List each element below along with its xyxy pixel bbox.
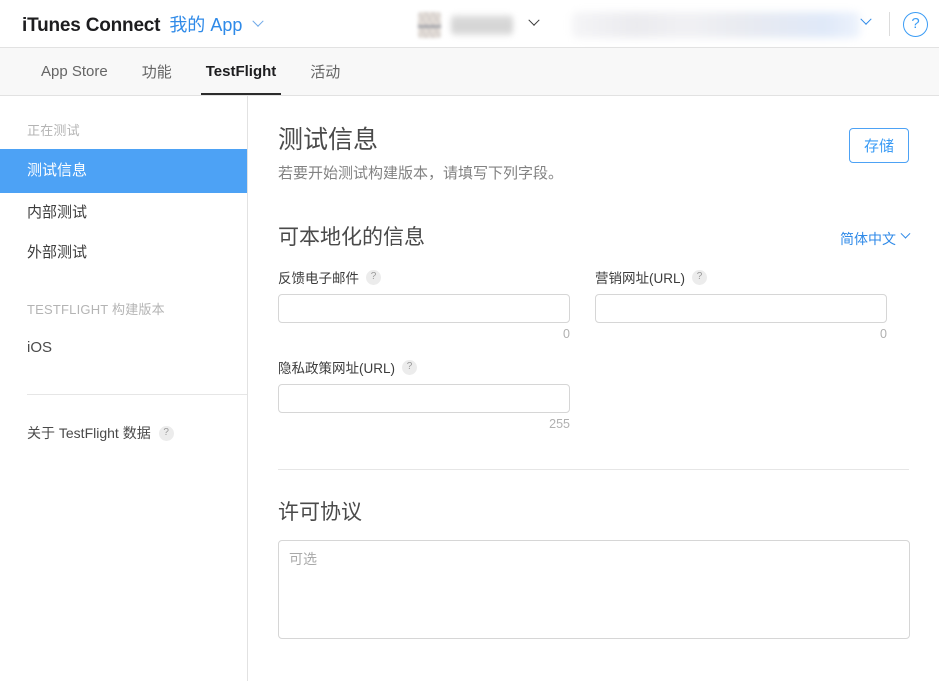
language-selector-label: 简体中文 — [840, 231, 896, 247]
sidebar-section-builds: TESTFLIGHT 构建版本 — [27, 302, 165, 317]
account-selector-redacted[interactable] — [572, 12, 860, 38]
character-counter: 0 — [880, 327, 887, 341]
tab-app-store[interactable]: App Store — [24, 48, 125, 95]
sidebar-item-ios[interactable]: iOS — [0, 328, 247, 368]
chevron-down-icon[interactable] — [528, 14, 540, 26]
primary-tabs: App Store 功能 TestFlight 活动 — [0, 48, 939, 96]
app-name-redacted — [451, 14, 513, 36]
license-agreement-title: 许可协议 — [278, 501, 362, 524]
help-icon[interactable]: ? — [402, 359, 417, 375]
page-subtitle: 若要开始测试构建版本，请填写下列字段。 — [278, 165, 564, 182]
language-selector[interactable]: 简体中文 — [840, 228, 911, 249]
header-divider — [889, 12, 890, 36]
character-counter: 0 — [563, 327, 570, 341]
chevron-down-icon — [900, 228, 911, 239]
field-feedback-email: 反馈电子邮件 ? 0 — [278, 267, 570, 341]
license-agreement-section: 许可协议 — [278, 496, 910, 644]
field-label-text: 隐私政策网址(URL) — [278, 361, 395, 376]
privacy-policy-url-input[interactable] — [278, 384, 570, 413]
chevron-down-icon[interactable] — [252, 15, 265, 27]
about-testflight-data[interactable]: 关于 TestFlight 数据 ? — [0, 395, 247, 443]
field-marketing-url: 营销网址(URL) ? 0 — [595, 267, 887, 341]
app-switcher[interactable] — [418, 8, 540, 42]
section-divider — [278, 469, 909, 470]
section-title: 可本地化的信息 — [278, 226, 425, 249]
field-label-text: 反馈电子邮件 — [278, 271, 359, 286]
license-agreement-textarea[interactable] — [278, 540, 910, 639]
my-apps-link[interactable]: 我的 App — [169, 11, 242, 37]
field-label: 营销网址(URL) ? — [595, 267, 887, 287]
main-content: 测试信息 若要开始测试构建版本，请填写下列字段。 存储 可本地化的信息 简体中文… — [248, 96, 939, 681]
field-privacy-policy-url: 隐私政策网址(URL) ? 255 — [278, 357, 570, 431]
field-row-2: 隐私政策网址(URL) ? 255 — [278, 357, 909, 431]
tab-testflight[interactable]: TestFlight — [189, 48, 294, 95]
brand-title: iTunes Connect — [22, 14, 161, 36]
section-header: 可本地化的信息 简体中文 — [278, 221, 911, 251]
marketing-url-input[interactable] — [595, 294, 887, 323]
brand: iTunes Connect 我的 App — [22, 11, 265, 37]
about-testflight-data-label: 关于 TestFlight 数据 — [27, 425, 151, 441]
sidebar-section-testing: 正在测试 — [27, 123, 80, 138]
sidebar-item-test-information[interactable]: 测试信息 — [0, 149, 247, 193]
page-header: 测试信息 若要开始测试构建版本，请填写下列字段。 存储 — [278, 124, 909, 183]
chevron-down-icon[interactable] — [860, 13, 872, 25]
help-icon[interactable]: ? — [692, 269, 707, 285]
character-counter: 255 — [549, 417, 570, 431]
sidebar-item-external-testing[interactable]: 外部测试 — [0, 233, 247, 273]
help-icon[interactable]: ? — [903, 12, 928, 37]
page-title: 测试信息 — [278, 126, 379, 154]
sidebar-item-internal-testing[interactable]: 内部测试 — [0, 193, 247, 233]
field-label: 隐私政策网址(URL) ? — [278, 357, 570, 377]
app-header: iTunes Connect 我的 App ? — [0, 0, 939, 48]
help-icon[interactable]: ? — [158, 425, 174, 441]
page-body: 正在测试 测试信息 内部测试 外部测试 TESTFLIGHT 构建版本 iOS … — [0, 96, 939, 681]
app-icon — [418, 12, 441, 38]
sidebar: 正在测试 测试信息 内部测试 外部测试 TESTFLIGHT 构建版本 iOS … — [0, 96, 248, 681]
field-label-text: 营销网址(URL) — [595, 271, 685, 286]
save-button[interactable]: 存储 — [848, 128, 909, 163]
feedback-email-input[interactable] — [278, 294, 570, 323]
field-label: 反馈电子邮件 ? — [278, 267, 570, 287]
help-icon[interactable]: ? — [366, 269, 381, 285]
tab-activity[interactable]: 活动 — [293, 48, 357, 95]
tab-features[interactable]: 功能 — [125, 48, 189, 95]
field-row-1: 反馈电子邮件 ? 0 营销网址(URL) ? 0 — [278, 267, 909, 341]
localizable-information-section: 可本地化的信息 简体中文 反馈电子邮件 ? 0 营销网址(URL) ? 0 隐私… — [278, 221, 911, 431]
